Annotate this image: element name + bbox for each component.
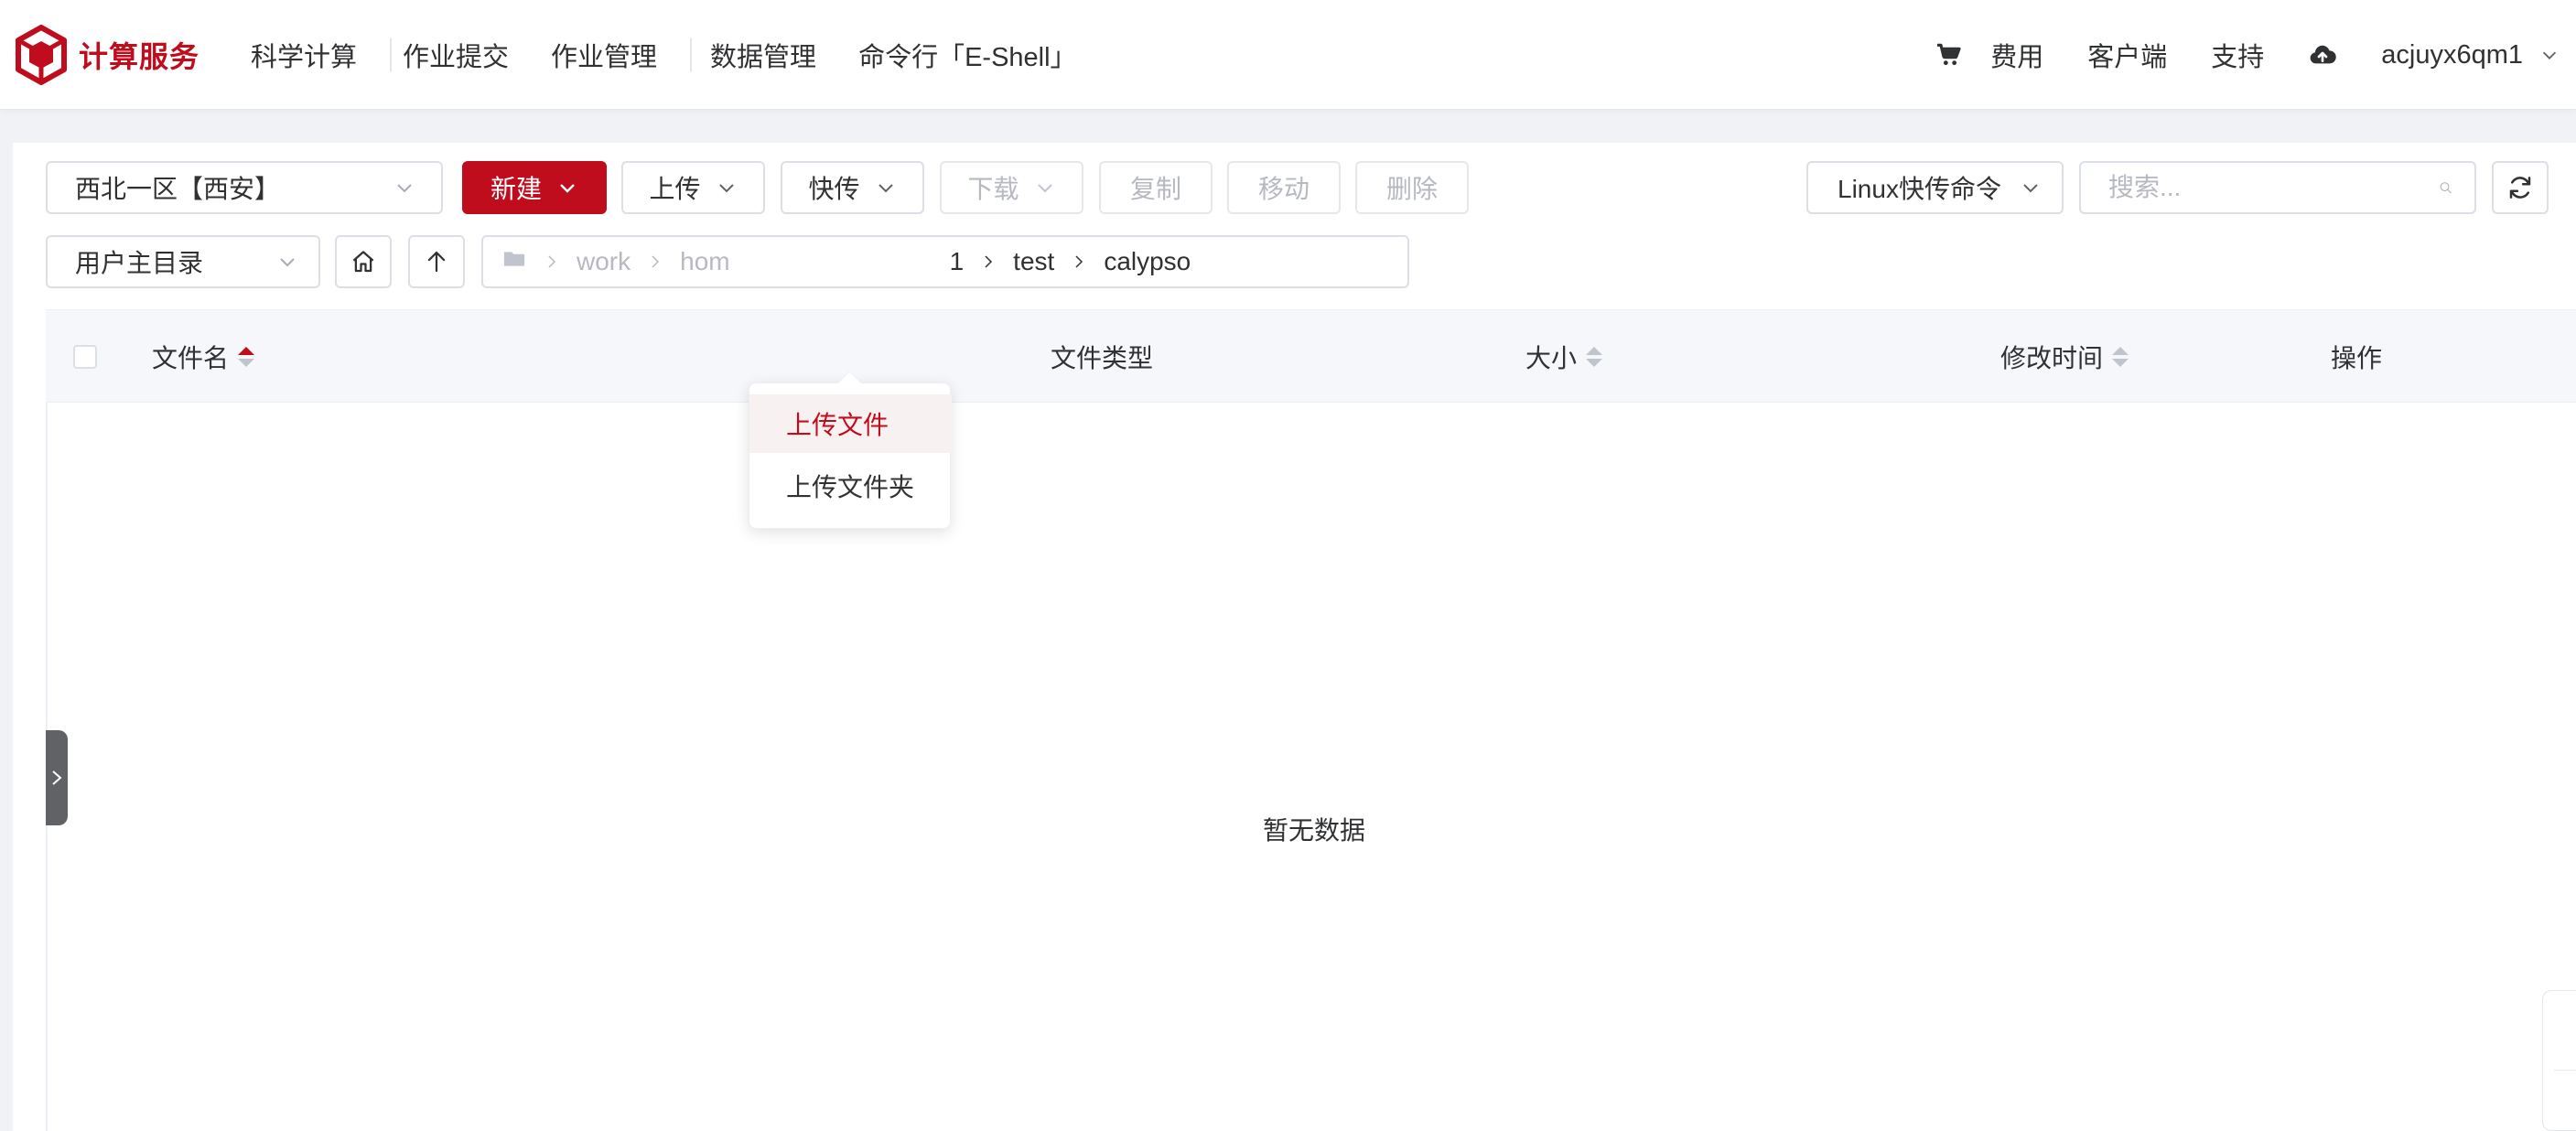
top-navigation-bar: 计算服务 科学计算 作业提交 作业管理 数据管理 命令行「E-Shell」 费用… xyxy=(0,0,2576,110)
support-link[interactable]: 支持 xyxy=(2211,36,2264,74)
copy-button-label: 复制 xyxy=(1129,175,1181,203)
home-button[interactable] xyxy=(335,235,392,288)
chevron-right-icon xyxy=(980,253,997,270)
region-select[interactable]: 西北一区【西安】 xyxy=(46,161,443,214)
column-header-type: 文件类型 xyxy=(1051,310,1153,404)
chevron-down-icon xyxy=(2542,51,2557,59)
chevron-down-icon xyxy=(280,258,295,267)
menu-item-upload-folder[interactable]: 上传文件夹 xyxy=(749,457,952,515)
refresh-icon xyxy=(2509,177,2531,199)
column-header-size[interactable]: 大小 xyxy=(1525,310,1603,404)
copy-button[interactable]: 复制 xyxy=(1099,161,1213,214)
download-button-label: 下载 xyxy=(967,175,1019,203)
linux-quick-command-select[interactable]: Linux快传命令 xyxy=(1806,161,2064,214)
column-header-actions-label: 操作 xyxy=(2331,344,2383,372)
file-manager-panel: 西北一区【西安】 新建 上传 快传 下载 复制 移动 删除 Linux快传命令 xyxy=(13,143,2576,1131)
upload-dropdown-menu: 上传文件 上传文件夹 xyxy=(749,382,952,529)
nav-item-job-management[interactable]: 作业管理 xyxy=(551,36,657,74)
logo[interactable]: 计算服务 xyxy=(15,24,199,86)
chevron-down-icon xyxy=(718,184,734,193)
chevron-right-icon xyxy=(1071,253,1087,270)
column-header-actions: 操作 xyxy=(2331,310,2382,404)
nav-item-eshell[interactable]: 命令行「E-Shell」 xyxy=(858,36,1077,74)
chevron-down-icon xyxy=(560,184,575,193)
column-header-type-label: 文件类型 xyxy=(1051,344,1154,372)
floating-side-widget[interactable] xyxy=(2542,990,2576,1131)
new-button[interactable]: 新建 xyxy=(462,161,607,214)
breadcrumb-segment[interactable]: work xyxy=(577,247,631,276)
sort-icon[interactable] xyxy=(2112,347,2129,367)
download-button[interactable]: 下载 xyxy=(940,161,1083,214)
cube-logo-icon xyxy=(16,25,67,85)
search-box xyxy=(2079,161,2476,214)
sort-icon[interactable] xyxy=(238,347,255,367)
chevron-right-icon xyxy=(52,770,62,785)
breadcrumb-segment[interactable]: 1 xyxy=(950,247,965,276)
widget-divider xyxy=(2554,1070,2576,1071)
username: acjuyx6qm1 xyxy=(2381,39,2523,70)
folder-icon xyxy=(501,246,527,278)
empty-state-text: 暂无数据 xyxy=(1263,816,1366,845)
quick-transfer-label: 快传 xyxy=(808,175,860,203)
upload-button[interactable]: 上传 xyxy=(621,161,765,214)
linux-quick-command-label: Linux快传命令 xyxy=(1838,175,2001,203)
breadcrumb-segment[interactable]: hom xyxy=(680,247,729,276)
region-select-value: 西北一区【西安】 xyxy=(75,175,281,203)
main-nav: 科学计算 作业提交 作业管理 数据管理 命令行「E-Shell」 xyxy=(232,0,1077,110)
sort-icon[interactable] xyxy=(1586,347,1603,367)
fees-link[interactable]: 费用 xyxy=(1990,36,2043,74)
nav-divider xyxy=(690,38,693,71)
chevron-right-icon xyxy=(544,253,560,270)
new-button-label: 新建 xyxy=(490,175,542,203)
root-directory-value: 用户主目录 xyxy=(75,249,204,277)
column-header-modified[interactable]: 修改时间 xyxy=(2000,310,2129,404)
search-input[interactable] xyxy=(2108,173,2439,202)
chevron-right-icon xyxy=(647,253,663,270)
cloud-upload-icon[interactable] xyxy=(2308,40,2337,70)
breadcrumb: work hom 1 test calypso xyxy=(481,235,1409,288)
menu-item-upload-file[interactable]: 上传文件 xyxy=(749,394,952,453)
root-directory-select[interactable]: 用户主目录 xyxy=(46,235,320,288)
chevron-down-icon xyxy=(2023,184,2038,193)
breadcrumb-segment[interactable]: calypso xyxy=(1104,247,1191,276)
quick-transfer-button[interactable]: 快传 xyxy=(781,161,924,214)
arrow-up-icon xyxy=(427,251,446,273)
nav-item-scientific-computing[interactable]: 科学计算 xyxy=(251,36,357,74)
logo-text: 计算服务 xyxy=(79,40,200,73)
chevron-down-icon xyxy=(397,184,412,193)
right-nav: 费用 客户端 支持 acjuyx6qm1 xyxy=(1934,0,2560,110)
column-header-name-label: 文件名 xyxy=(152,344,230,372)
chevron-down-icon xyxy=(1037,184,1052,193)
file-table-body: 暂无数据 xyxy=(46,403,2576,1131)
parent-directory-button[interactable] xyxy=(408,235,465,288)
column-header-modified-label: 修改时间 xyxy=(2000,344,2104,372)
sidebar-toggle[interactable] xyxy=(46,730,68,825)
refresh-button[interactable] xyxy=(2492,161,2549,214)
nav-divider xyxy=(390,38,393,71)
select-all-checkbox[interactable] xyxy=(73,345,97,369)
search-icon[interactable] xyxy=(2439,173,2452,202)
nav-item-data-management[interactable]: 数据管理 xyxy=(710,36,816,74)
column-header-name[interactable]: 文件名 xyxy=(152,310,255,404)
delete-button[interactable]: 删除 xyxy=(1355,161,1469,214)
client-link[interactable]: 客户端 xyxy=(2087,36,2167,74)
delete-button-label: 删除 xyxy=(1385,175,1438,203)
file-table-header: 文件名 文件类型 大小 修改时间 操作 xyxy=(46,309,2576,403)
chevron-down-icon xyxy=(878,184,893,193)
column-header-size-label: 大小 xyxy=(1525,344,1578,372)
user-menu[interactable]: acjuyx6qm1 xyxy=(2381,40,2560,70)
cart-icon[interactable] xyxy=(1934,40,1963,70)
upload-button-label: 上传 xyxy=(649,175,701,203)
home-icon xyxy=(352,251,374,273)
breadcrumb-segment[interactable]: test xyxy=(1013,247,1054,276)
nav-item-job-submit[interactable]: 作业提交 xyxy=(403,36,509,74)
move-button-label: 移动 xyxy=(1257,175,1310,203)
move-button[interactable]: 移动 xyxy=(1227,161,1341,214)
